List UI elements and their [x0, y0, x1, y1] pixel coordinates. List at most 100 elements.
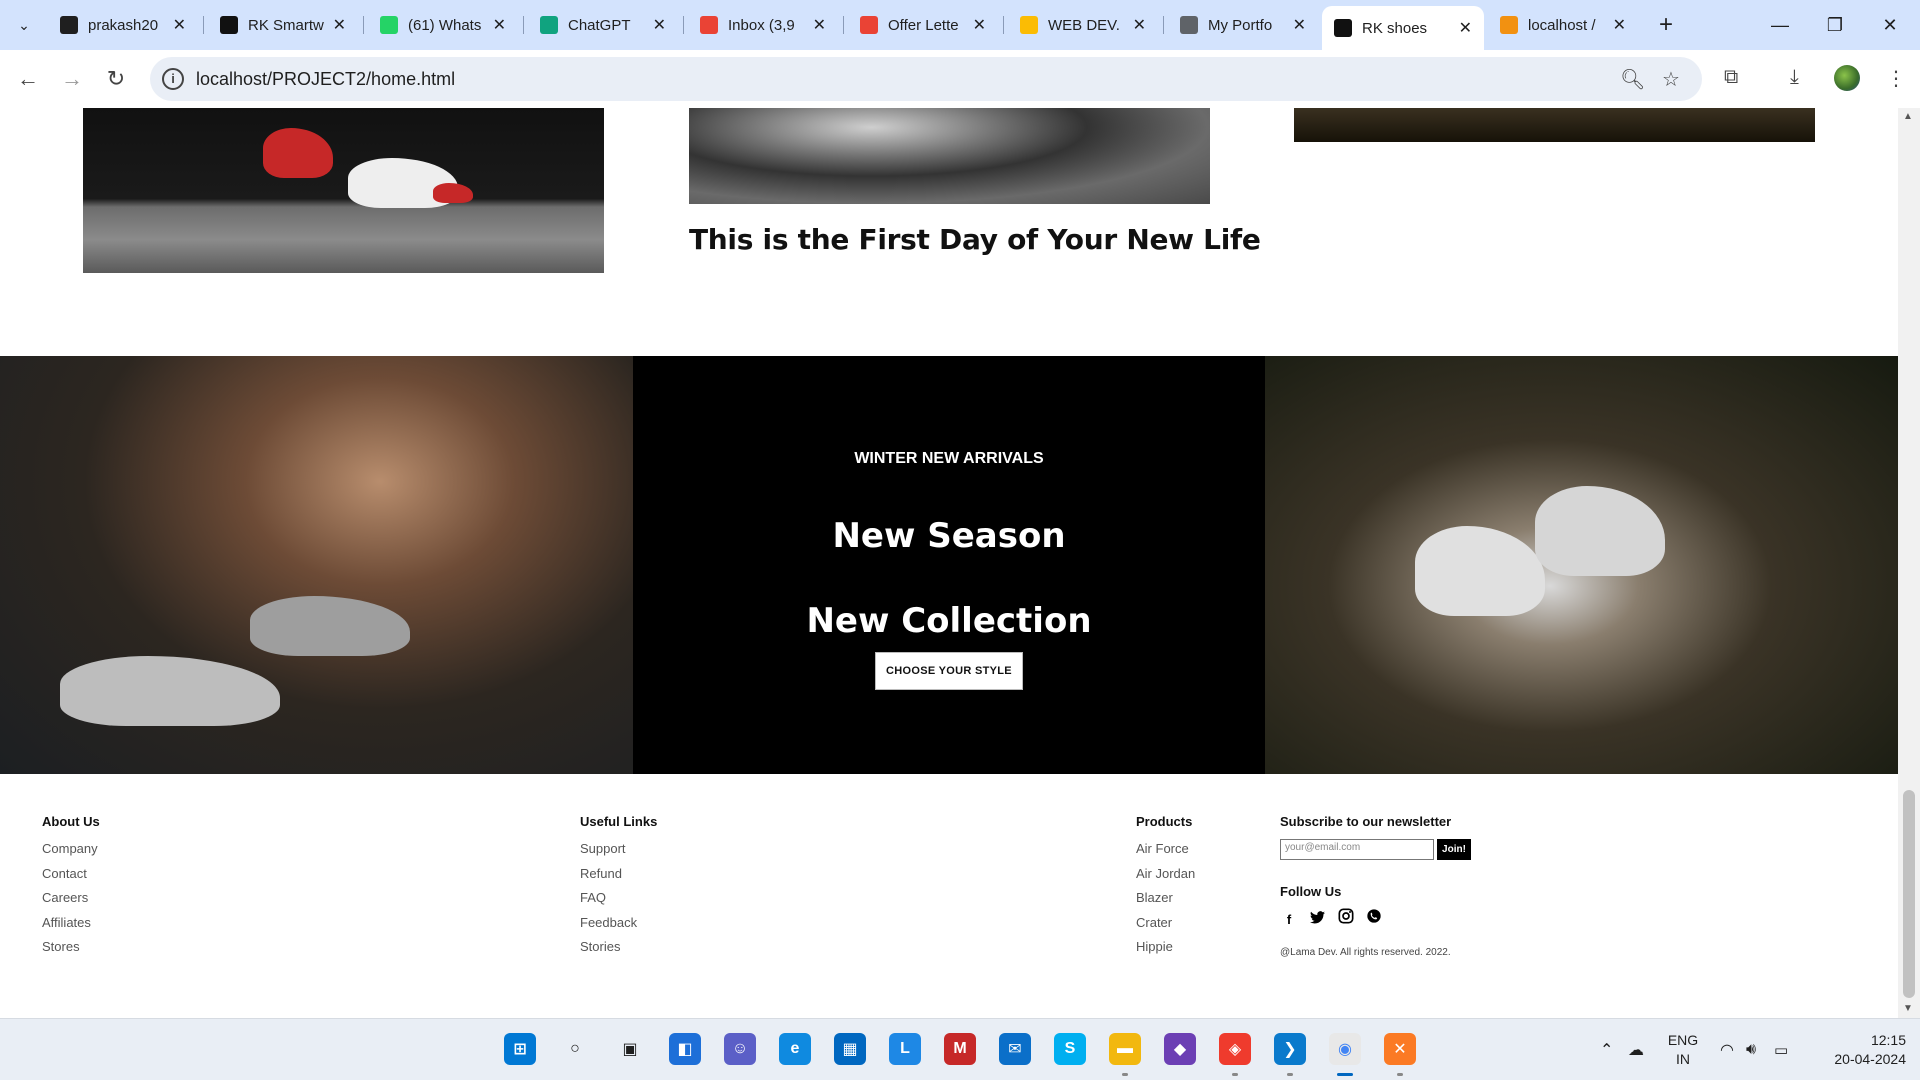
- mcafee-icon[interactable]: M: [944, 1033, 976, 1065]
- gmail-icon: [860, 16, 878, 34]
- profile-avatar[interactable]: [1834, 65, 1860, 91]
- extensions-icon[interactable]: ⧉: [1724, 66, 1738, 89]
- downloads-icon[interactable]: ⤓: [1790, 66, 1799, 89]
- scroll-up-arrow-icon[interactable]: ▲: [1903, 111, 1913, 122]
- close-tab-icon[interactable]: ✕: [1459, 18, 1472, 38]
- blog-image-ball[interactable]: [689, 108, 1210, 204]
- browser-tab[interactable]: WEB DEV. ✕: [1008, 6, 1158, 44]
- xampp-icon[interactable]: ✕: [1384, 1033, 1416, 1065]
- whatsapp-icon[interactable]: [1365, 907, 1383, 925]
- wifi-icon[interactable]: ◠: [1720, 1019, 1734, 1081]
- teams-icon[interactable]: ☺: [724, 1033, 756, 1065]
- back-button[interactable]: ←: [12, 63, 44, 95]
- twitter-icon[interactable]: [1308, 909, 1326, 927]
- scrollbar-thumb[interactable]: [1903, 790, 1915, 998]
- browser-tab[interactable]: My Portfo ✕: [1168, 6, 1318, 44]
- search-icon[interactable]: ○: [559, 1033, 591, 1065]
- close-tab-icon[interactable]: ✕: [653, 15, 666, 35]
- store-icon[interactable]: ▦: [834, 1033, 866, 1065]
- visual-studio-icon[interactable]: ◆: [1164, 1033, 1196, 1065]
- tab-title: localhost /: [1528, 16, 1596, 34]
- windows-taskbar: ⊞ ○ ▣ ◧ ☺ e ▦ L M ✉ S ▬ ◆ ◈ ❯ ◉ ✕ ⌃ ☁ ENG IN ◠ 🔊︎ ▭ 12:1…: [0, 1018, 1920, 1080]
- blog-image-sneakers-on-ledge[interactable]: [83, 108, 604, 273]
- browser-tab[interactable]: ChatGPT ✕: [528, 6, 678, 44]
- close-window-button[interactable]: ✕: [1860, 8, 1920, 42]
- browser-tab[interactable]: localhost / ✕: [1488, 6, 1638, 44]
- zoom-icon[interactable]: 🔍︎: [1620, 67, 1645, 92]
- vscode-icon[interactable]: ❯: [1274, 1033, 1306, 1065]
- browser-tab[interactable]: RK Smartw ✕: [208, 6, 358, 44]
- edge-icon[interactable]: e: [779, 1033, 811, 1065]
- choose-your-style-button[interactable]: CHOOSE YOUR STYLE: [875, 652, 1023, 690]
- skype-icon[interactable]: S: [1054, 1033, 1086, 1065]
- browser-tab[interactable]: RK shoes ✕: [1322, 6, 1484, 50]
- footer-link-stories[interactable]: Stories: [580, 939, 657, 964]
- footer-link-faq[interactable]: FAQ: [580, 890, 657, 915]
- banner-heading-new-collection: New Collection: [806, 601, 1092, 641]
- close-tab-icon[interactable]: ✕: [493, 15, 506, 35]
- tab-title: ChatGPT: [568, 16, 631, 34]
- instagram-icon[interactable]: [1337, 907, 1355, 925]
- footer-link-blazer[interactable]: Blazer: [1136, 890, 1195, 915]
- onedrive-offline-icon[interactable]: ☁: [1628, 1019, 1644, 1081]
- newsletter-join-button[interactable]: Join!: [1437, 839, 1471, 860]
- blog-post-title[interactable]: This is the First Day of Your New Life: [689, 223, 1261, 256]
- footer-link-air-jordan[interactable]: Air Jordan: [1136, 866, 1195, 891]
- more-menu-icon[interactable]: ⋮: [1886, 66, 1906, 91]
- close-tab-icon[interactable]: ✕: [973, 15, 986, 35]
- lama-icon[interactable]: L: [889, 1033, 921, 1065]
- tab-search-dropdown-icon[interactable]: ⌄: [8, 9, 40, 41]
- new-tab-button[interactable]: +: [1651, 10, 1681, 40]
- facebook-icon[interactable]: f: [1280, 911, 1298, 929]
- copyright-text: @Lama Dev. All rights reserved. 2022.: [1280, 947, 1451, 958]
- browser-tab[interactable]: Inbox (3,9 ✕: [688, 6, 838, 44]
- minimize-button[interactable]: —: [1750, 8, 1810, 42]
- chrome-icon[interactable]: ◉: [1329, 1033, 1361, 1065]
- task-view-icon[interactable]: ▣: [614, 1033, 646, 1065]
- footer-link-crater[interactable]: Crater: [1136, 915, 1195, 940]
- newsletter-email-input[interactable]: your@email.com: [1280, 839, 1434, 860]
- close-tab-icon[interactable]: ✕: [173, 15, 186, 35]
- follow-us-title: Follow Us: [1280, 884, 1342, 899]
- anydesk-icon[interactable]: ◈: [1219, 1033, 1251, 1065]
- reload-button[interactable]: ↻: [100, 63, 132, 95]
- forward-button[interactable]: →: [56, 63, 88, 95]
- mail-icon[interactable]: ✉: [999, 1033, 1031, 1065]
- footer-link-support[interactable]: Support: [580, 841, 657, 866]
- file-explorer-icon[interactable]: ▬: [1109, 1033, 1141, 1065]
- start-icon[interactable]: ⊞: [504, 1033, 536, 1065]
- footer-link-refund[interactable]: Refund: [580, 866, 657, 891]
- blog-image-third[interactable]: [1294, 108, 1815, 142]
- browser-tab[interactable]: Offer Lette ✕: [848, 6, 998, 44]
- close-tab-icon[interactable]: ✕: [1133, 15, 1146, 35]
- close-tab-icon[interactable]: ✕: [813, 15, 826, 35]
- bookmark-star-icon[interactable]: ☆: [1662, 67, 1680, 92]
- footer-link-company[interactable]: Company: [42, 841, 100, 866]
- language-indicator[interactable]: ENG IN: [1665, 1031, 1701, 1069]
- close-tab-icon[interactable]: ✕: [1613, 15, 1626, 35]
- close-tab-icon[interactable]: ✕: [1293, 15, 1306, 35]
- footer-link-careers[interactable]: Careers: [42, 890, 100, 915]
- page-scrollbar[interactable]: ▲ ▼: [1898, 108, 1920, 1018]
- footer-link-stores[interactable]: Stores: [42, 939, 100, 964]
- site-info-icon[interactable]: i: [162, 68, 184, 90]
- close-tab-icon[interactable]: ✕: [333, 15, 346, 35]
- footer-link-hippie[interactable]: Hippie: [1136, 939, 1195, 964]
- restore-button[interactable]: ❐: [1805, 8, 1865, 42]
- scroll-down-arrow-icon[interactable]: ▼: [1903, 1003, 1913, 1014]
- footer-link-feedback[interactable]: Feedback: [580, 915, 657, 940]
- clock-date: 20-04-2024: [1834, 1051, 1906, 1067]
- tab-title: WEB DEV.: [1048, 16, 1120, 34]
- address-bar[interactable]: i localhost/PROJECT2/home.html 🔍︎ ☆: [150, 57, 1702, 101]
- footer-link-contact[interactable]: Contact: [42, 866, 100, 891]
- browser-tab[interactable]: prakash20 ✕: [48, 6, 198, 44]
- url-text[interactable]: localhost/PROJECT2/home.html: [196, 69, 455, 90]
- footer-link-air-force[interactable]: Air Force: [1136, 841, 1195, 866]
- show-hidden-icons-icon[interactable]: ⌃: [1600, 1019, 1613, 1081]
- volume-icon[interactable]: 🔊︎: [1746, 1019, 1756, 1081]
- browser-tab[interactable]: (61) Whats ✕: [368, 6, 518, 44]
- widgets-icon[interactable]: ◧: [669, 1033, 701, 1065]
- clock[interactable]: 12:15 20-04-2024: [1810, 1031, 1906, 1069]
- footer-link-affiliates[interactable]: Affiliates: [42, 915, 100, 940]
- battery-icon[interactable]: ▭: [1774, 1019, 1788, 1081]
